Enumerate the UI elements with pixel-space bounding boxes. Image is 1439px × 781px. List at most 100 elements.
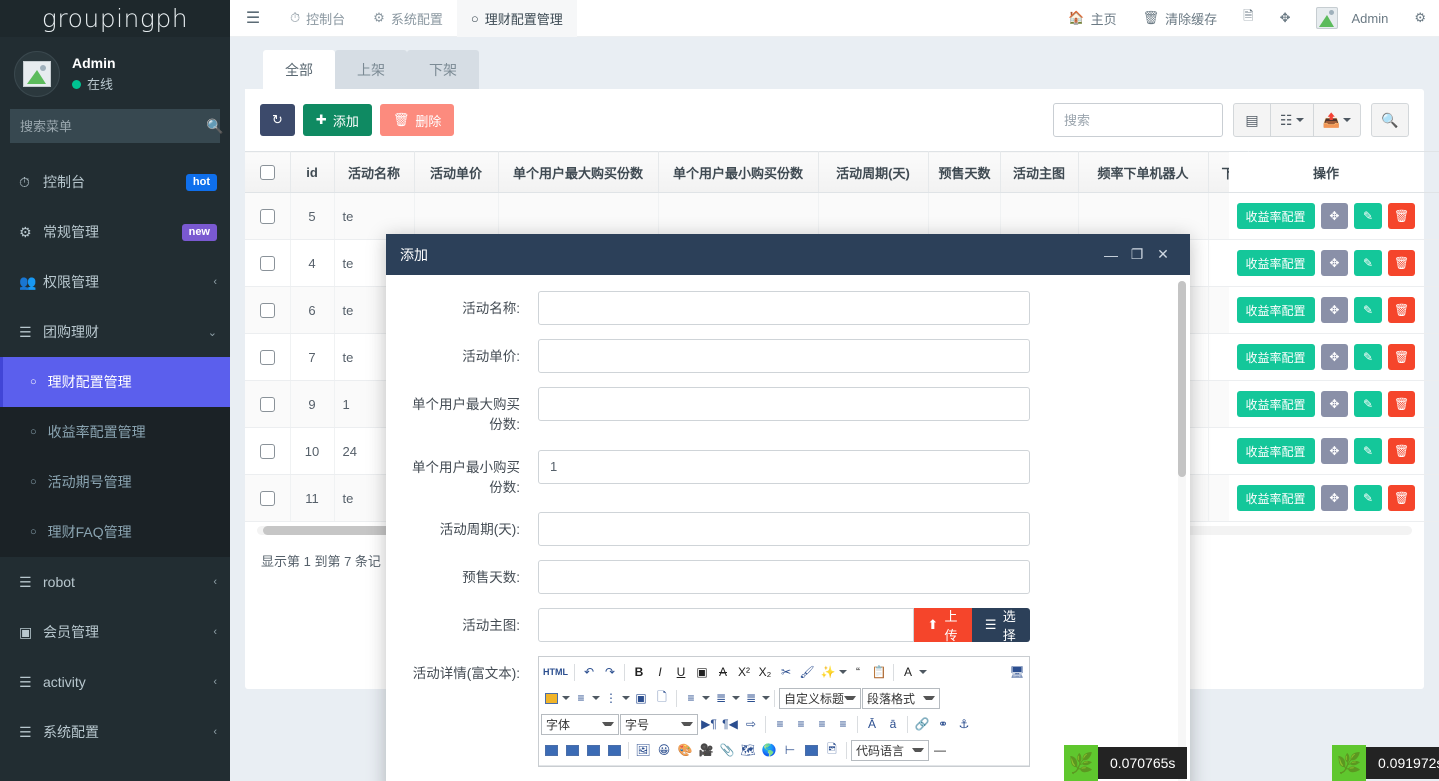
field-input[interactable] bbox=[538, 512, 1030, 546]
export-icon[interactable]: 📤 bbox=[1313, 103, 1361, 137]
webapp-icon[interactable]: 🌎 bbox=[759, 739, 779, 761]
nav-action-清除缓存[interactable]: 🗑 清除缓存 bbox=[1130, 0, 1231, 37]
sidebar-item-系统配置[interactable]: ☰ 系统配置 ‹ bbox=[0, 707, 230, 757]
edit-button[interactable]: ✎ bbox=[1354, 391, 1382, 417]
field-input[interactable] bbox=[538, 387, 1030, 421]
nav-tab-理财配置管理[interactable]: ○ 理财配置管理 bbox=[457, 0, 577, 37]
nav-tab-系统配置[interactable]: ⚙ 系统配置 bbox=[359, 0, 457, 37]
move-button[interactable]: ✥ bbox=[1321, 297, 1349, 323]
ltr-icon[interactable]: ▶¶ bbox=[699, 713, 719, 735]
rate-config-button[interactable]: 收益率配置 bbox=[1237, 391, 1315, 417]
image-icon[interactable]: 🖼 bbox=[633, 739, 653, 761]
image-none-icon[interactable] bbox=[604, 739, 624, 761]
paste-icon[interactable]: 📋 bbox=[869, 661, 889, 683]
move-button[interactable]: ✥ bbox=[1321, 391, 1349, 417]
editor-select-字体[interactable]: 字体 bbox=[541, 714, 619, 735]
page-icon[interactable]: 🗋 bbox=[652, 687, 672, 709]
fullscreen-icon[interactable]: 🖥 bbox=[1007, 661, 1027, 683]
sidebar-sublink[interactable]: ○ 收益率配置管理 bbox=[0, 407, 230, 457]
sidebar-link[interactable]: ☰ 团购理财 ⌄ bbox=[0, 307, 230, 357]
textbox-icon[interactable]: ▣ bbox=[692, 661, 712, 683]
tab-上架[interactable]: 上架 bbox=[335, 50, 407, 89]
magic-icon[interactable]: ✨ bbox=[818, 661, 838, 683]
col-header-预售天数[interactable]: 预售天数 bbox=[928, 152, 1000, 193]
sidebar-link[interactable]: 👥 权限管理 ‹ bbox=[0, 257, 230, 307]
background-icon[interactable]: 🖻 bbox=[822, 739, 842, 761]
indent-icon[interactable]: ⇨ bbox=[741, 713, 761, 735]
sidebar-subitem-理财配置管理[interactable]: ○ 理财配置管理 bbox=[0, 357, 230, 407]
move-button[interactable]: ✥ bbox=[1321, 485, 1349, 511]
delete-row-button[interactable]: 🗑 bbox=[1388, 203, 1416, 229]
sidebar-item-activity[interactable]: ☰ activity ‹ bbox=[0, 657, 230, 707]
sidebar-link[interactable]: ▣ 会员管理 ‹ bbox=[0, 607, 230, 657]
sidebar-item-会员管理[interactable]: ▣ 会员管理 ‹ bbox=[0, 607, 230, 657]
move-button[interactable]: ✥ bbox=[1321, 438, 1349, 464]
video-icon[interactable]: 🎥 bbox=[696, 739, 716, 761]
paragraph-space-icon[interactable]: ≣ bbox=[711, 687, 731, 709]
sidebar-subitem-理财FAQ管理[interactable]: ○ 理财FAQ管理 bbox=[0, 507, 230, 557]
delete-row-button[interactable]: 🗑 bbox=[1388, 344, 1416, 370]
image-left-icon[interactable] bbox=[541, 739, 561, 761]
sidebar-sublink[interactable]: ○ 理财配置管理 bbox=[0, 357, 230, 407]
col-header-活动名称[interactable]: 活动名称 bbox=[334, 152, 414, 193]
nav-action-window-icon[interactable]: 🗎 bbox=[1230, 0, 1266, 37]
palette-icon[interactable]: 🎨 bbox=[675, 739, 695, 761]
field-input[interactable] bbox=[538, 560, 1030, 594]
edit-button[interactable]: ✎ bbox=[1354, 203, 1382, 229]
trace-badge-2[interactable]: 🌿 0.091972s bbox=[1332, 745, 1439, 781]
modal-scrollbar[interactable] bbox=[1178, 281, 1186, 781]
refresh-button[interactable]: ↻ bbox=[260, 104, 295, 136]
trace-badge-1[interactable]: 🌿 0.070765s bbox=[1064, 745, 1187, 781]
add-button[interactable]: ✚ 添加 bbox=[303, 104, 372, 136]
sidebar-link[interactable]: ⚙ 常规管理 new bbox=[0, 207, 230, 257]
rate-config-button[interactable]: 收益率配置 bbox=[1237, 203, 1315, 229]
delete-row-button[interactable]: 🗑 bbox=[1388, 297, 1416, 323]
image-right-icon[interactable] bbox=[562, 739, 582, 761]
col-header-id[interactable]: id bbox=[290, 152, 334, 193]
search-icon[interactable]: 🔍 bbox=[1371, 103, 1409, 137]
image-path-input[interactable] bbox=[538, 608, 914, 642]
sidebar-sublink[interactable]: ○ 活动期号管理 bbox=[0, 457, 230, 507]
sidebar-item-权限管理[interactable]: 👥 权限管理 ‹ bbox=[0, 257, 230, 307]
case-lower-icon[interactable]: ā bbox=[883, 713, 903, 735]
col-header-单个用户最大购买份数[interactable]: 单个用户最大购买份数 bbox=[498, 152, 658, 193]
col-header-活动单价[interactable]: 活动单价 bbox=[414, 152, 498, 193]
anchor-icon[interactable]: ⚓ bbox=[954, 713, 974, 735]
brush-icon[interactable]: 🖌 bbox=[797, 661, 817, 683]
italic-icon[interactable]: I bbox=[650, 661, 670, 683]
strikethrough-icon[interactable]: A bbox=[713, 661, 733, 683]
row-checkbox[interactable] bbox=[260, 444, 275, 459]
delete-row-button[interactable]: 🗑 bbox=[1388, 485, 1416, 511]
rate-config-button[interactable]: 收益率配置 bbox=[1237, 485, 1315, 511]
indent-spacing-icon[interactable]: ≣ bbox=[741, 687, 761, 709]
unlink-icon[interactable]: ⚭ bbox=[933, 713, 953, 735]
horizontal-rule-icon[interactable]: — bbox=[930, 739, 950, 761]
sidebar-item-控制台[interactable]: ⏱ 控制台 hot bbox=[0, 157, 230, 207]
edit-button[interactable]: ✎ bbox=[1354, 250, 1382, 276]
case-upper-icon[interactable]: Ā bbox=[862, 713, 882, 735]
rate-config-button[interactable]: 收益率配置 bbox=[1237, 438, 1315, 464]
upload-button[interactable]: ⬆上传 bbox=[914, 608, 972, 642]
field-input[interactable] bbox=[538, 450, 1030, 484]
edit-button[interactable]: ✎ bbox=[1354, 438, 1382, 464]
highlight-icon[interactable] bbox=[541, 687, 561, 709]
font-color-icon[interactable]: A bbox=[898, 661, 918, 683]
col-header-活动主图[interactable]: 活动主图 bbox=[1000, 152, 1078, 193]
align-center-icon[interactable]: ≡ bbox=[791, 713, 811, 735]
search-icon[interactable]: 🔍 bbox=[206, 118, 230, 135]
nav-action-expand-icon[interactable]: ✥ bbox=[1267, 0, 1304, 37]
line-height-icon[interactable]: ≡ bbox=[681, 687, 701, 709]
sidebar-item-常规管理[interactable]: ⚙ 常规管理 new bbox=[0, 207, 230, 257]
delete-button[interactable]: 🗑 删除 bbox=[380, 104, 455, 136]
sidebar-link[interactable]: ☰ 系统配置 ‹ bbox=[0, 707, 230, 757]
row-checkbox[interactable] bbox=[260, 256, 275, 271]
col-header-活动周期(天)[interactable]: 活动周期(天) bbox=[818, 152, 928, 193]
rate-config-button[interactable]: 收益率配置 bbox=[1237, 297, 1315, 323]
col-header-频率下单机器人[interactable]: 频率下单机器人 bbox=[1078, 152, 1208, 193]
move-button[interactable]: ✥ bbox=[1321, 203, 1349, 229]
select-all-checkbox[interactable] bbox=[260, 165, 275, 180]
table-row[interactable]: 5 te 收益率配置 ✥ ✎ 🗑 bbox=[245, 193, 1439, 240]
align-left-icon[interactable]: ≡ bbox=[770, 713, 790, 735]
subscript-icon[interactable]: X₂ bbox=[755, 661, 775, 683]
close-icon[interactable]: ✕ bbox=[1150, 246, 1176, 263]
